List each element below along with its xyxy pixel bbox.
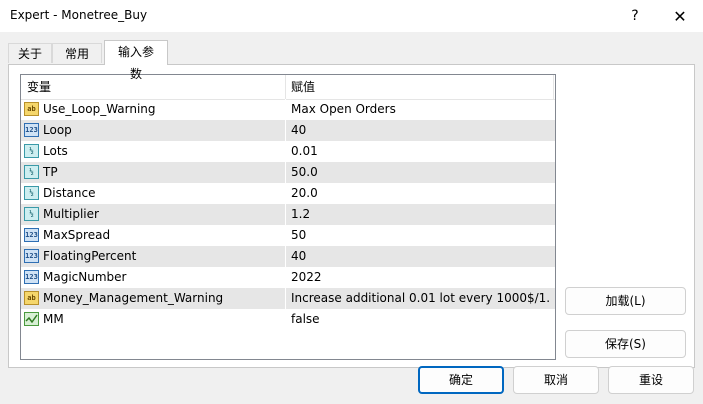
123-integer-icon: 123 [24, 249, 39, 263]
fraction-double-icon: ½ [24, 165, 39, 179]
fraction-double-icon: ½ [24, 207, 39, 221]
grid-row[interactable]: 123 Loop 40 [21, 120, 555, 141]
row-value[interactable]: 40 [291, 120, 551, 141]
fraction-double-icon: ½ [24, 144, 39, 158]
cell-divider [285, 99, 286, 120]
grid-row[interactable]: ½ Distance 20.0 [21, 183, 555, 204]
ok-button[interactable]: 确定 [418, 366, 504, 394]
row-name: Loop [43, 123, 72, 137]
tab-about[interactable]: 关于 [8, 43, 52, 63]
row-value[interactable]: 2022 [291, 267, 551, 288]
header-divider-end [553, 75, 554, 99]
cancel-button[interactable]: 取消 [513, 366, 599, 394]
123-integer-icon: 123 [24, 123, 39, 137]
row-name: MagicNumber [43, 270, 127, 284]
grid-row[interactable]: ½ Multiplier 1.2 [21, 204, 555, 225]
fraction-double-icon: ½ [24, 186, 39, 200]
row-value[interactable]: false [291, 309, 551, 330]
close-icon: ✕ [673, 6, 687, 26]
cell-divider [285, 120, 286, 141]
grid-row[interactable]: 123 MagicNumber 2022 [21, 267, 555, 288]
cell-divider [285, 246, 286, 267]
row-value[interactable]: 40 [291, 246, 551, 267]
123-integer-icon: 123 [24, 270, 39, 284]
row-name: Lots [43, 144, 68, 158]
inputs-grid[interactable]: 变量 赋值 ab Use_Loop_Warning Max Open Order… [20, 74, 556, 360]
cell-divider [285, 225, 286, 246]
bool-icon [24, 312, 39, 326]
grid-header: 变量 赋值 [21, 75, 555, 100]
grid-row[interactable]: 123 FloatingPercent 40 [21, 246, 555, 267]
header-divider[interactable] [285, 75, 286, 99]
cell-divider [285, 183, 286, 204]
row-value[interactable]: 0.01 [291, 141, 551, 162]
123-integer-icon: 123 [24, 228, 39, 242]
row-name: MM [43, 312, 64, 326]
reset-button[interactable]: 重设 [608, 366, 694, 394]
row-value[interactable]: 1.2 [291, 204, 551, 225]
tab-common[interactable]: 常用 [52, 43, 102, 63]
cell-divider [285, 288, 286, 309]
row-value[interactable]: 50.0 [291, 162, 551, 183]
close-button[interactable]: ✕ [660, 0, 700, 32]
load-button[interactable]: 加载(L) [565, 287, 686, 315]
row-name: Multiplier [43, 207, 99, 221]
grid-row[interactable]: 123 MaxSpread 50 [21, 225, 555, 246]
cell-divider [285, 309, 286, 330]
row-name: FloatingPercent [43, 249, 137, 263]
grid-row[interactable]: ab Use_Loop_Warning Max Open Orders [21, 99, 555, 120]
grid-row[interactable]: ½ Lots 0.01 [21, 141, 555, 162]
cell-divider [285, 141, 286, 162]
header-value[interactable]: 赋值 [291, 75, 315, 99]
grid-row[interactable]: ab Money_Management_Warning Increase add… [21, 288, 555, 309]
window-title: Expert - Monetree_Buy [10, 8, 148, 22]
row-value[interactable]: 20.0 [291, 183, 551, 204]
row-name: Money_Management_Warning [43, 291, 224, 305]
header-variable[interactable]: 变量 [27, 75, 51, 99]
cell-divider [285, 204, 286, 225]
row-name: Distance [43, 186, 96, 200]
help-icon: ? [631, 8, 639, 24]
ab-string-icon: ab [24, 102, 39, 116]
title-bar: Expert - Monetree_Buy ? ✕ [0, 0, 703, 32]
help-button[interactable]: ? [615, 0, 655, 32]
grid-row[interactable]: ½ TP 50.0 [21, 162, 555, 183]
tab-inputs[interactable]: 输入参数 [104, 40, 168, 81]
ab-string-icon: ab [24, 291, 39, 305]
grid-row[interactable]: MM false [21, 309, 555, 330]
cell-divider [285, 267, 286, 288]
row-value[interactable]: 50 [291, 225, 551, 246]
cell-divider [285, 162, 286, 183]
row-value[interactable]: Max Open Orders [291, 99, 551, 120]
row-name: Use_Loop_Warning [43, 102, 156, 116]
row-value[interactable]: Increase additional 0.01 lot every 1000$… [291, 288, 551, 309]
row-name: TP [43, 165, 58, 179]
save-button[interactable]: 保存(S) [565, 330, 686, 358]
row-name: MaxSpread [43, 228, 111, 242]
bool-icon-glyph [25, 314, 38, 324]
